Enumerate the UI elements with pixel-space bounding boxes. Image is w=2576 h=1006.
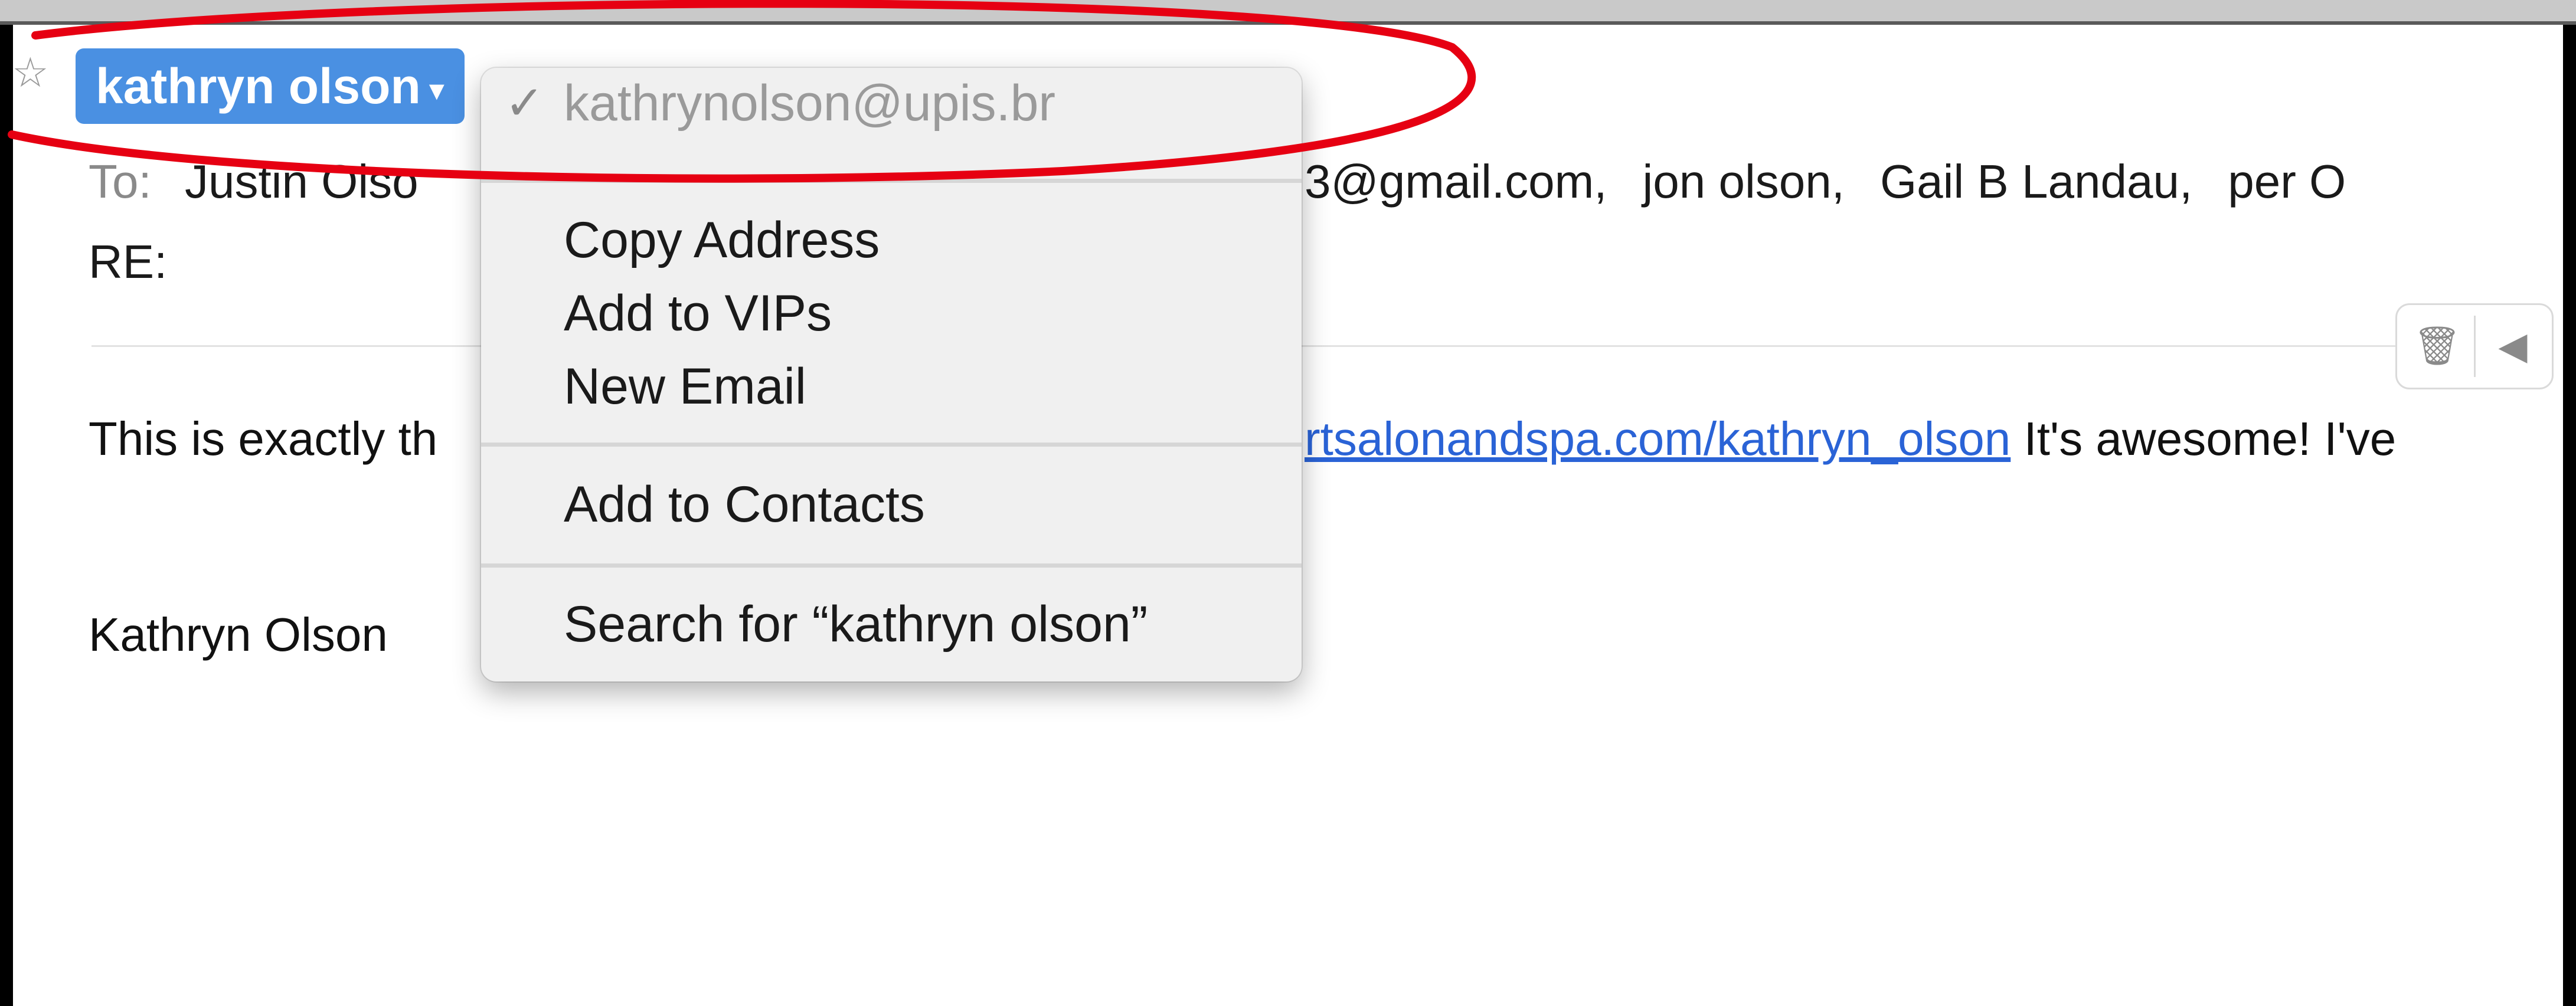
- window-top-bar: [0, 0, 2576, 25]
- menu-item-label: Add to VIPs: [564, 285, 832, 342]
- menu-item-label: Add to Contacts: [564, 476, 925, 533]
- recipient-token[interactable]: jon olson,: [1642, 155, 1844, 208]
- menu-item-copy-address[interactable]: Copy Address: [481, 205, 1302, 276]
- message-text: It's awesome! I've: [2011, 412, 2397, 465]
- menu-item-add-to-vips[interactable]: Add to VIPs: [481, 278, 1302, 349]
- menu-item-label: Search for “kathryn olson”: [564, 596, 1148, 653]
- recipient-token[interactable]: per O: [2228, 155, 2346, 208]
- recipient-token[interactable]: Justin Olso: [185, 155, 419, 208]
- message-body-line: This is exactly th: [89, 412, 437, 466]
- address-context-menu: ✓ kathrynolson@upis.br Copy Address Add …: [481, 68, 1302, 681]
- menu-item-add-to-contacts[interactable]: Add to Contacts: [481, 469, 1302, 540]
- message-body-line-continued: rtsalonandspa.com/kathryn_olson It's awe…: [1305, 412, 2396, 466]
- chevron-down-icon: ▾: [429, 73, 444, 107]
- reply-arrow-icon[interactable]: ◀: [2483, 317, 2542, 376]
- checkmark-icon: ✓: [505, 76, 545, 130]
- menu-item-label: kathrynolson@upis.br: [564, 75, 1056, 132]
- menu-item-label: Copy Address: [564, 212, 880, 268]
- header-divider: [91, 345, 2550, 347]
- trash-icon[interactable]: 🗑: [2408, 317, 2467, 376]
- menu-item-label: New Email: [564, 358, 806, 415]
- message-link[interactable]: rtsalonandspa.com/kathryn_olson: [1305, 412, 2011, 465]
- to-label: To:: [89, 155, 152, 208]
- message-text: This is exactly th: [89, 412, 438, 465]
- star-outline-icon[interactable]: ☆: [12, 52, 49, 93]
- toolbar-divider: [2474, 316, 2476, 377]
- subject-line: RE:: [89, 235, 168, 288]
- message-toolbar: 🗑 ◀: [2395, 303, 2554, 389]
- menu-separator: [481, 563, 1302, 568]
- sender-address-token[interactable]: kathryn olson ▾: [76, 48, 465, 124]
- recipient-token[interactable]: 3@gmail.com,: [1305, 155, 1607, 208]
- menu-separator: [481, 443, 1302, 447]
- menu-separator: [481, 179, 1302, 183]
- recipients-line: To: Justin Olso: [89, 155, 419, 209]
- recipient-token[interactable]: Gail B Landau,: [1880, 155, 2192, 208]
- menu-item-search[interactable]: Search for “kathryn olson”: [481, 589, 1302, 660]
- sender-name: kathryn olson: [96, 58, 421, 114]
- signature: Kathryn Olson: [89, 608, 388, 661]
- menu-item-new-email[interactable]: New Email: [481, 351, 1302, 422]
- recipients-line-continued: 3@gmail.com, jon olson, Gail B Landau, per …: [1305, 155, 2346, 209]
- menu-item-email-address: ✓ kathrynolson@upis.br: [481, 68, 1302, 139]
